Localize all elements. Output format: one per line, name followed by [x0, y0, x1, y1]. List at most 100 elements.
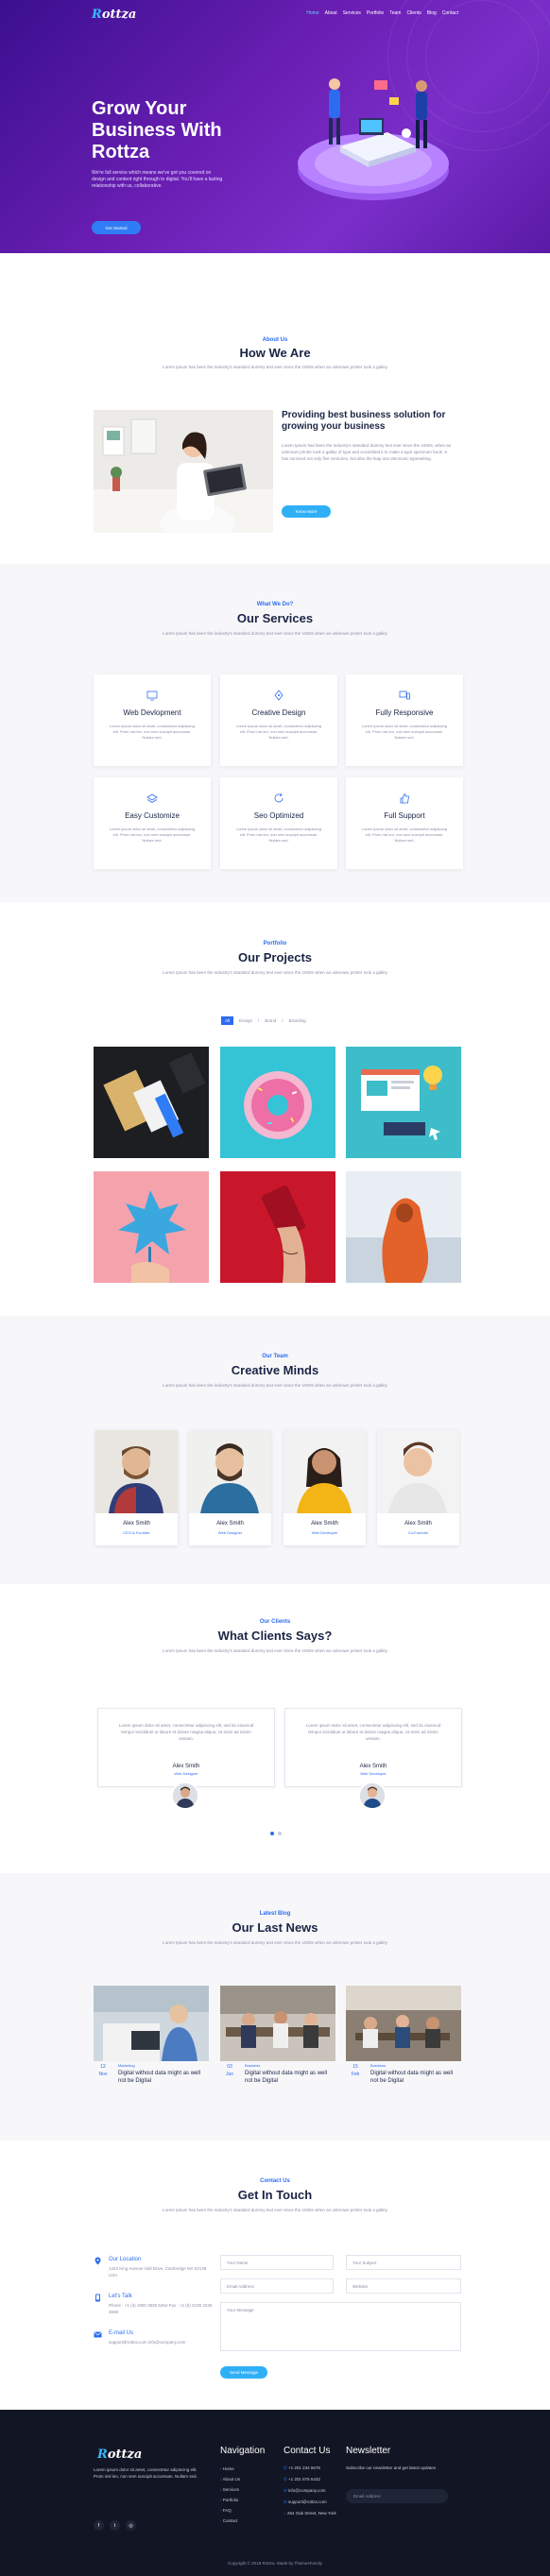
envelope-icon [94, 2331, 102, 2338]
testimonial-avatar [358, 1782, 387, 1810]
hero-text: We're full service which means we've got… [92, 170, 223, 189]
about-subtitle: Lorem Ipsum has been the industry's stan… [163, 365, 387, 369]
footer-link-about[interactable]: About Us [220, 2477, 241, 2482]
service-text: Lorem ipsum dolor sit amet, consectetur … [361, 827, 448, 843]
send-message-button[interactable]: Send Message [220, 2366, 267, 2379]
footer-link-contact[interactable]: Contact [220, 2518, 238, 2523]
footer-link-portfolio[interactable]: Portfolio [220, 2498, 239, 2502]
filter-separator: / [258, 1018, 260, 1023]
footer-address: ⌂ 254 Oak Street, New York [284, 2511, 336, 2516]
team-member-card[interactable]: Alex Smith Co-Founder [377, 1430, 459, 1545]
team-member-role: Web Developer [311, 1530, 338, 1535]
projects-title: Our Projects [237, 950, 313, 964]
filter-brand[interactable]: Brand [265, 1018, 276, 1023]
team-member-photo [189, 1430, 271, 1513]
service-card-seo-optimized[interactable]: Seo Optimized Lorem ipsum dolor sit amet… [220, 777, 337, 869]
service-card-creative-design[interactable]: Creative Design Lorem ipsum dolor sit am… [220, 674, 337, 766]
blog-post-title[interactable]: Digital without data might as well not b… [245, 2070, 335, 2085]
blog-post-date: 03 Jun [225, 2064, 234, 2077]
nav-item-team[interactable]: Team [389, 10, 401, 16]
team-kicker: Our Team [262, 1354, 288, 1359]
blog-post-title[interactable]: Digital without data might as well not b… [370, 2070, 461, 2085]
footer-link-services[interactable]: Services [220, 2487, 239, 2492]
about-text: Lorem Ipsum has been the industry's stan… [282, 443, 452, 461]
portfolio-item-6[interactable] [346, 1171, 461, 1283]
team-member-name: Alex Smith [216, 1521, 244, 1527]
carousel-dot-active[interactable] [270, 1832, 274, 1835]
message-textarea[interactable]: Your Message [220, 2302, 461, 2351]
team-member-card[interactable]: Alex Smith Web Developer [284, 1430, 366, 1545]
team-subtitle: Lorem Ipsum has been the industry's stan… [163, 1383, 387, 1388]
subject-input[interactable]: Your Subject [346, 2255, 461, 2270]
service-card-web-development[interactable]: Web Devlopment Lorem ipsum dolor sit ame… [94, 674, 211, 766]
testimonial-text: Lorem ipsum dolor sit amet, consectetur … [305, 1723, 441, 1741]
blog-post-card[interactable]: 03 Jun Business Digital without data migh… [220, 1986, 335, 2099]
services-kicker: What We Do? [256, 602, 294, 607]
footer-link-faq[interactable]: FAQ [220, 2508, 232, 2513]
hero-section: Rottza Home About Services Portfolio Tea… [0, 0, 550, 253]
know-more-button[interactable]: Know More [282, 505, 331, 518]
name-input[interactable]: Your Name [220, 2255, 334, 2270]
filter-design[interactable]: Design [239, 1018, 252, 1023]
service-card-full-support[interactable]: Full Support Lorem ipsum dolor sit amet,… [346, 777, 463, 869]
navbar: Rottza Home About Services Portfolio Tea… [0, 6, 550, 22]
portfolio-item-4[interactable] [94, 1171, 209, 1283]
web-illustration [361, 1066, 442, 1140]
nav-item-clients[interactable]: Clients [406, 10, 421, 16]
blog-post-image [346, 1986, 461, 2061]
footer-phone-2: ✆ +1 201 876 5432 [284, 2477, 320, 2482]
footer-about-text: Lorem ipsum dolor sit amet, consectetur … [94, 2467, 198, 2479]
website-input[interactable]: Website [346, 2278, 461, 2294]
clients-title: What Clients Says? [217, 1629, 333, 1643]
nav-item-about[interactable]: About [325, 10, 337, 16]
portfolio-item-2[interactable] [220, 1047, 335, 1158]
service-title: Easy Customize [125, 811, 180, 820]
service-card-fully-responsive[interactable]: Fully Responsive Lorem ipsum dolor sit a… [346, 674, 463, 766]
monitor-icon [146, 691, 158, 701]
nav-item-home[interactable]: Home [306, 10, 318, 16]
service-card-easy-customize[interactable]: Easy Customize Lorem ipsum dolor sit ame… [94, 777, 211, 869]
nav-item-contact[interactable]: Contact [442, 10, 458, 16]
service-text: Lorem ipsum dolor sit amet, consectetur … [235, 827, 322, 843]
filter-branding[interactable]: Branding [289, 1018, 306, 1023]
team-member-role: Co-Founder [407, 1530, 429, 1535]
carousel-dot[interactable] [278, 1832, 282, 1835]
team-member-photo [284, 1430, 366, 1513]
twitter-icon[interactable]: t [110, 2520, 120, 2531]
nav-menu: Home About Services Portfolio Team Clien… [306, 10, 458, 16]
copyright-text: Copyright © 2019 Rottza. Made by ThemesF… [228, 2561, 322, 2566]
nav-item-services[interactable]: Services [343, 10, 361, 16]
portfolio-item-1[interactable] [94, 1047, 209, 1158]
blog-post-category: Marketing [118, 2063, 135, 2068]
service-title: Full Support [384, 811, 425, 820]
clients-kicker: Our Clients [259, 1619, 291, 1625]
service-text: Lorem ipsum dolor sit amet, consectetur … [109, 724, 196, 740]
get-started-button[interactable]: Get Started [92, 221, 141, 234]
service-title: Fully Responsive [375, 708, 434, 717]
filter-all[interactable]: All [221, 1016, 234, 1025]
email-input[interactable]: Email Address [220, 2278, 334, 2294]
footer-email-1: ✉ info@company.com [284, 2488, 326, 2493]
portfolio-item-5[interactable] [220, 1171, 335, 1283]
projects-kicker: Portfolio [263, 941, 287, 947]
team-member-card[interactable]: Alex Smith Web Designer [189, 1430, 271, 1545]
newsletter-email-input[interactable]: Email Address [346, 2489, 448, 2503]
footer-logo[interactable]: Rottza [97, 2448, 142, 2462]
nav-item-portfolio[interactable]: Portfolio [367, 10, 384, 16]
contact-location-title: Our Location [109, 2257, 142, 2262]
facebook-icon[interactable]: f [94, 2520, 104, 2531]
testimonial-card: Lorem ipsum dolor sit amet, consectetur … [284, 1708, 462, 1787]
footer-email-2: ✉ support@rottza.com [284, 2499, 327, 2504]
contact-email-title: E-mail Us [109, 2330, 134, 2336]
team-member-role: Web Designer [217, 1530, 243, 1535]
portfolio-item-3[interactable] [346, 1047, 461, 1158]
team-member-card[interactable]: Alex Smith CEO & Founder [95, 1430, 178, 1545]
logo[interactable]: Rottza [92, 8, 136, 22]
footer-link-home[interactable]: Home [220, 2466, 234, 2471]
instagram-icon[interactable]: ◎ [126, 2520, 136, 2531]
clients-subtitle: Lorem Ipsum has been the industry's stan… [163, 1648, 387, 1653]
blog-post-title[interactable]: Digital without data might as well not b… [118, 2070, 209, 2085]
blog-post-card[interactable]: 12 Nov Marketing Digital without data mig… [94, 1986, 209, 2099]
nav-item-blog[interactable]: Blog [427, 10, 437, 16]
blog-post-card[interactable]: 15 Feb Business Digital without data migh… [346, 1986, 461, 2099]
